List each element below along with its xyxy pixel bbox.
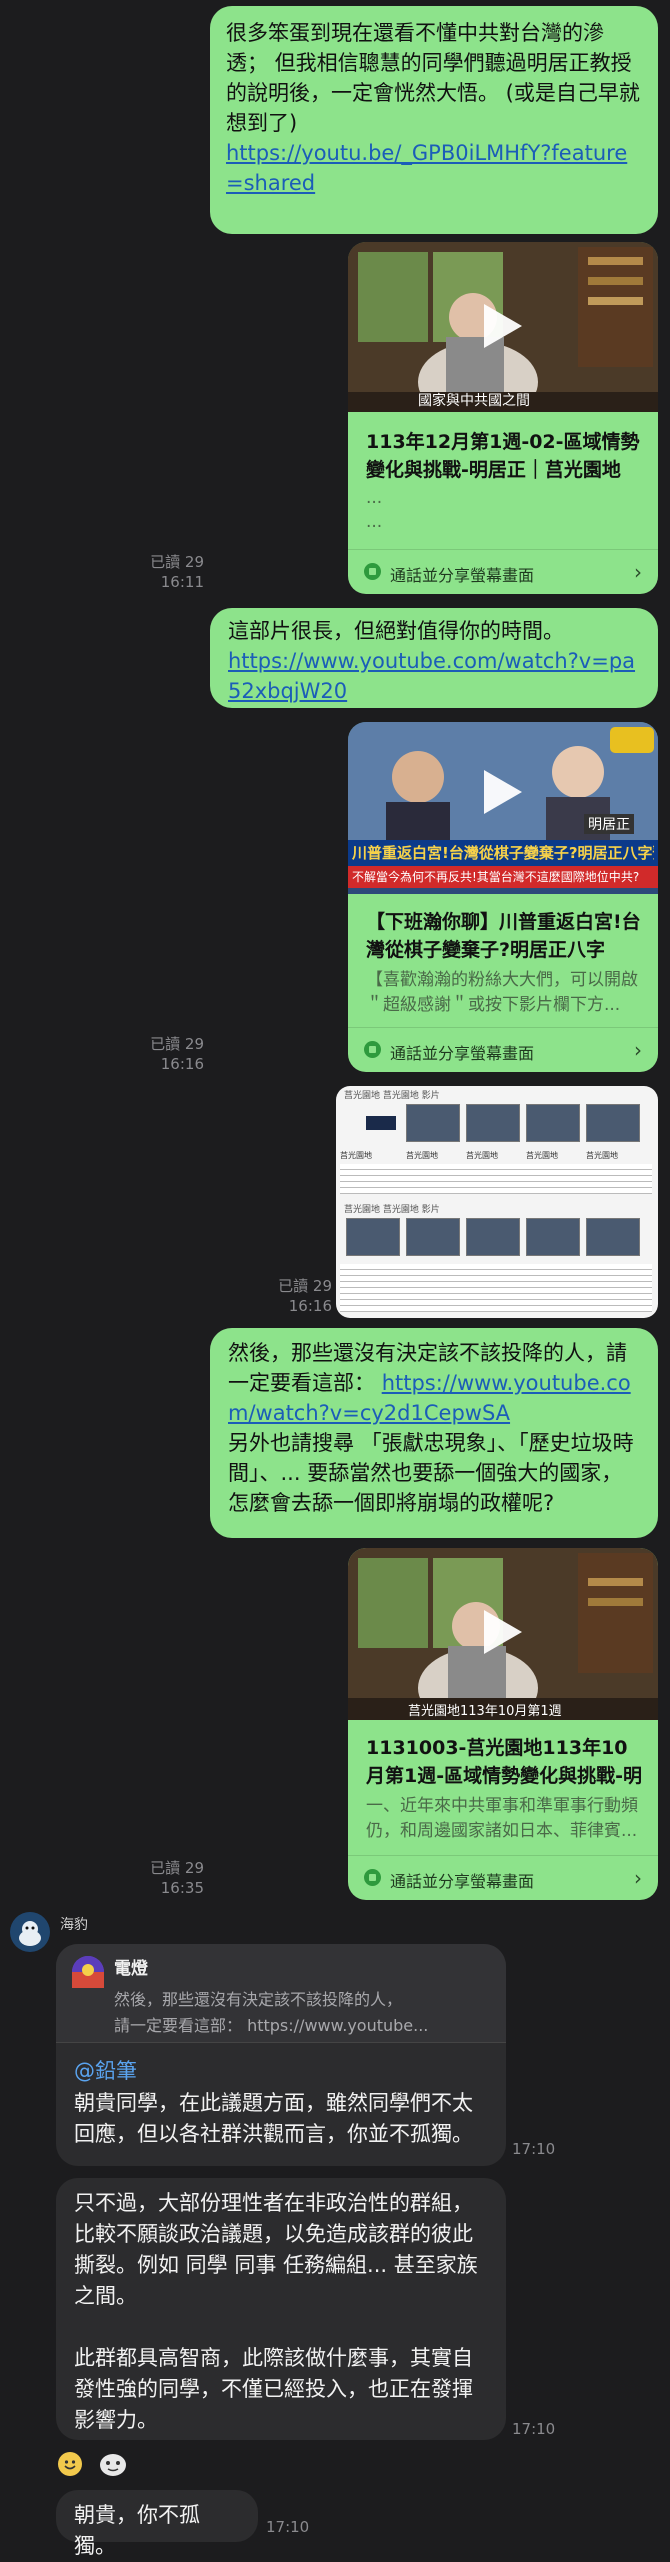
video-tile-label: 莒光園地 — [340, 1151, 372, 1160]
outgoing-text-bubble[interactable]: 然後，那些還沒有決定該不該投降的人，請一定要看這部： https://www.y… — [210, 1328, 658, 1538]
thumbnail-caption: 莒光園地113年10月第1週 — [408, 1704, 562, 1719]
video-tile — [346, 1218, 400, 1256]
footer-label: 通話並分享螢幕畫面 — [390, 566, 535, 585]
smile-face — [64, 2460, 76, 2470]
play-icon[interactable] — [484, 770, 522, 814]
video-thumbnail[interactable]: 莒光園地113年10月第1週 — [348, 1548, 658, 1720]
read-receipt: 已讀 29 16:11 — [150, 553, 204, 591]
shared-image[interactable]: 莒光園地 莒光園地 影片 莒光園地 莒光園地 影片 莒光園地 莒光園地 莒光園地… — [336, 1086, 658, 1318]
video-tile — [526, 1218, 580, 1256]
message-link[interactable]: https://youtu.be/_GPB0iLMHfY?feature=sha… — [226, 141, 627, 195]
video-tile-label: 莒光園地 — [526, 1151, 558, 1160]
text-lines — [340, 1264, 652, 1312]
card-title: 1131003-莒光園地113年10月第1週-區域情勢變化與挑戰-明居正 — [366, 1737, 642, 1787]
video-thumbnail[interactable]: 明居正 川普重返白宮!台灣從棋子變棄子?明居正八字預言台灣命運! 不解當今為何不… — [348, 722, 658, 894]
play-icon[interactable] — [484, 304, 522, 348]
smile-emoji-icon[interactable] — [58, 2452, 82, 2476]
chevron-right-icon: › — [634, 1866, 642, 1890]
play-icon[interactable] — [484, 1610, 522, 1654]
read-receipt: 已讀 29 16:16 — [150, 1035, 204, 1073]
youtube-link-preview-card[interactable]: 莒光園地113年10月第1週 1131003-莒光園地113年10月第1週-區域… — [348, 1548, 658, 1900]
screen-share-icon — [364, 1869, 381, 1886]
image-header: 莒光園地 莒光園地 影片 — [344, 1091, 440, 1101]
thumbnail-name-tag: 明居正 — [584, 814, 634, 834]
video-tile — [466, 1104, 520, 1142]
sticker-emoji-icon[interactable] — [98, 2450, 128, 2478]
chevron-right-icon: › — [634, 560, 642, 584]
incoming-text-bubble[interactable]: 只不過，大部份理性者在非政治性的群組，比較不願談政治議題，以免造成該群的彼此撕裂… — [56, 2178, 506, 2440]
read-receipt: 已讀 29 16:16 — [278, 1277, 332, 1315]
video-tile-label: 莒光園地 — [586, 1151, 618, 1160]
message-text-2: 另外也請搜尋 「張獻忠現象」、「歷史垃圾時間」、... 要舔當然也要舔一個強大的… — [228, 1431, 634, 1515]
image-header-2: 莒光園地 莒光園地 影片 — [344, 1205, 440, 1215]
card-description: 一、近年來中共軍事和準軍事行動頻仍，和周邊國家諸如日本、菲律賓... — [366, 1796, 638, 1841]
video-tile — [526, 1104, 580, 1142]
message-time: 17:10 — [512, 2140, 556, 2158]
outgoing-text-bubble[interactable]: 這部片很長，但絕對值得你的時間。 https://www.youtube.com… — [210, 608, 658, 708]
video-tile — [466, 1218, 520, 1256]
video-thumbnail[interactable]: 國家與中共國之間 — [348, 242, 658, 412]
video-tile-label: 莒光園地 — [466, 1151, 498, 1160]
sticker-face — [100, 2454, 126, 2476]
card-title: 【下班瀚你聊】川普重返白宮!台灣從棋子變棄子?明居正八字預... — [366, 911, 641, 961]
reply-text: 朝貴同學，在此議題方面，雖然同學們不太回應，但以各社群洪觀而言，你並不孤獨。 — [74, 2091, 473, 2146]
message-time: 17:10 — [512, 2420, 556, 2438]
seal-avatar-icon — [10, 1912, 50, 1952]
card-description-2: ... — [366, 512, 383, 532]
message-text: 很多笨蛋到現在還看不懂中共對台灣的滲透； 但我相信聰慧的同學們聽過明居正教授的說… — [226, 21, 640, 135]
video-tile — [586, 1218, 640, 1256]
image-dark-block — [366, 1116, 396, 1130]
chevron-right-icon: › — [634, 1038, 642, 1062]
message-text: 朝貴，你不孤獨。 — [74, 2503, 200, 2558]
youtube-link-preview-card[interactable]: 明居正 川普重返白宮!台灣從棋子變棄子?明居正八字預言台灣命運! 不解當今為何不… — [348, 722, 658, 1072]
incoming-reply-bubble[interactable]: 電燈 然後，那些還沒有決定該不該投降的人， 請一定要看這部： https://w… — [56, 1944, 506, 2166]
card-description: 【喜歡瀚瀚的粉絲大大們，可以開啟＂超級感謝＂或按下影片欄下方... — [366, 970, 638, 1015]
footer-label: 通話並分享螢幕畫面 — [390, 1872, 535, 1891]
quote-avatar — [72, 1956, 104, 1988]
thumbnail-subtitle: 不解當今為何不再反共!其當台灣不這麼國際地位中共? — [352, 870, 640, 884]
video-tile — [406, 1104, 460, 1142]
lamp-avatar-icon — [72, 1956, 104, 1988]
quoted-message[interactable]: 電燈 然後，那些還沒有決定該不該投降的人， 請一定要看這部： https://w… — [56, 1944, 506, 2043]
thumbnail-banner: 川普重返白宮!台灣從棋子變棄子?明居正八字預言台灣命運! — [352, 844, 654, 862]
message-paragraph-2: 此群都具高智商，此際該做什麼事，其實自發性強的同學，不僅已經投入，也正在發揮影響… — [74, 2346, 473, 2432]
share-screen-footer[interactable]: 通話並分享螢幕畫面 › — [348, 549, 658, 594]
card-title: 113年12月第1週-02-區域情勢變化與挑戰-明居正｜莒光園地20... — [366, 431, 640, 481]
mention-tag[interactable]: @鉛筆 — [74, 2056, 137, 2087]
text-lines — [340, 1164, 652, 1194]
video-tile — [586, 1104, 640, 1142]
outgoing-text-bubble[interactable]: 很多笨蛋到現在還看不懂中共對台灣的滲透； 但我相信聰慧的同學們聽過明居正教授的說… — [210, 6, 658, 234]
read-receipt: 已讀 29 16:35 — [150, 1859, 204, 1897]
message-paragraph-1: 只不過，大部份理性者在非政治性的群組，比較不願談政治議題，以免造成該群的彼此撕裂… — [74, 2191, 478, 2308]
message-time: 17:10 — [266, 2518, 310, 2536]
youtube-link-preview-card[interactable]: 國家與中共國之間 113年12月第1週-02-區域情勢變化與挑戰-明居正｜莒光園… — [348, 242, 658, 594]
screen-share-icon — [364, 563, 381, 580]
incoming-text-bubble[interactable]: 朝貴，你不孤獨。 — [56, 2490, 258, 2558]
sender-name: 海豹 — [60, 1917, 88, 1933]
share-screen-footer[interactable]: 通話並分享螢幕畫面 › — [348, 1027, 658, 1072]
message-link[interactable]: https://www.youtube.com/watch?v=pa52xbqj… — [228, 649, 635, 703]
quote-sender-name: 電燈 — [114, 1959, 148, 1979]
share-screen-footer[interactable]: 通話並分享螢幕畫面 › — [348, 1855, 658, 1900]
sender-avatar[interactable] — [10, 1912, 50, 1952]
message-text: 這部片很長，但絕對值得你的時間。 — [228, 619, 564, 643]
footer-label: 通話並分享螢幕畫面 — [390, 1044, 535, 1063]
video-tile-label: 莒光園地 — [406, 1151, 438, 1160]
video-tile — [406, 1218, 460, 1256]
screen-share-icon — [364, 1041, 381, 1058]
card-description: ... — [366, 488, 383, 508]
quote-text-line2: 請一定要看這部： https://www.youtube... — [114, 2016, 429, 2035]
thumbnail-caption: 國家與中共國之間 — [418, 393, 530, 409]
